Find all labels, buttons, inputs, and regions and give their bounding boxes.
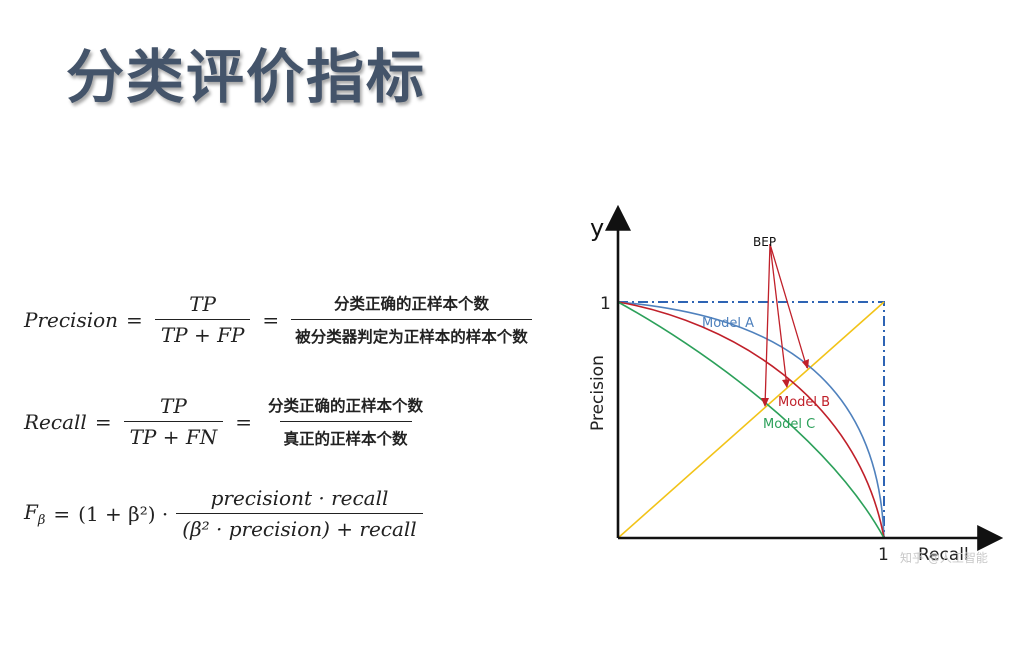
pr-curve-diagram: y Precision 1 1 Recall BEP Model A Model… xyxy=(578,196,1008,576)
y-axis-label: y xyxy=(590,214,604,242)
recall-cn-denominator: 真正的正样本个数 xyxy=(279,421,412,449)
precision-formula: Precision = TP TP + FP = 分类正确的正样本个数 被分类器… xyxy=(24,292,536,347)
fbeta-equals: = xyxy=(53,501,71,526)
fbeta-coefficient: (1 + β²) · xyxy=(78,501,169,526)
precision-equals-2: = xyxy=(262,307,280,332)
model-b-label: Model B xyxy=(778,395,830,410)
fbeta-subscript: β xyxy=(37,512,46,528)
precision-equals: = xyxy=(126,307,143,332)
recall-equals-2: = xyxy=(235,409,252,434)
diagonal-line xyxy=(617,301,885,539)
precision-numerator: TP xyxy=(189,292,217,316)
y-tick-label: 1 xyxy=(600,294,611,314)
precision-cn-denominator: 被分类器判定为正样本的样本个数 xyxy=(291,319,532,347)
recall-numerator: TP xyxy=(160,394,187,418)
fbeta-denominator: (β² · precision) + recall xyxy=(176,513,423,541)
precision-lhs: Precision xyxy=(24,307,119,332)
slide-title: 分类评价指标 xyxy=(66,43,427,111)
fbeta-fraction: precisiont · recall (β² · precision) + r… xyxy=(176,486,423,541)
bep-arrow-c xyxy=(764,243,771,407)
precision-cn-fraction: 分类正确的正样本个数 被分类器判定为正样本的样本个数 xyxy=(291,292,532,347)
x-tick-label: 1 xyxy=(878,545,889,565)
recall-lhs: Recall xyxy=(24,409,87,434)
watermark: 知乎 @人工智能 xyxy=(900,550,988,565)
recall-cn-fraction: 分类正确的正样本个数 真正的正样本个数 xyxy=(264,394,427,449)
fbeta-numerator: precisiont · recall xyxy=(210,486,389,510)
recall-fraction: TP TP + FN xyxy=(123,394,224,449)
recall-denominator: TP + FN xyxy=(123,421,224,449)
recall-equals: = xyxy=(94,409,112,434)
recall-cn-numerator: 分类正确的正样本个数 xyxy=(268,397,424,415)
pr-curve-svg: y Precision 1 1 Recall BEP Model A Model… xyxy=(588,204,1004,565)
fbeta-lhs: Fβ xyxy=(24,499,46,528)
y-axis-title: Precision xyxy=(588,355,608,431)
precision-fraction: TP TP + FP xyxy=(154,292,251,347)
bep-label: BEP xyxy=(753,235,776,249)
recall-formula: Recall = TP TP + FN = 分类正确的正样本个数 真正的正样本个… xyxy=(24,394,431,449)
precision-cn-numerator: 分类正确的正样本个数 xyxy=(333,295,489,313)
model-a-label: Model A xyxy=(702,316,754,331)
model-c-label: Model C xyxy=(763,417,815,432)
precision-denominator: TP + FP xyxy=(154,319,251,347)
fbeta-formula: Fβ = (1 + β²) · precisiont · recall (β² … xyxy=(24,486,427,541)
bep-arrow-a xyxy=(769,243,808,369)
